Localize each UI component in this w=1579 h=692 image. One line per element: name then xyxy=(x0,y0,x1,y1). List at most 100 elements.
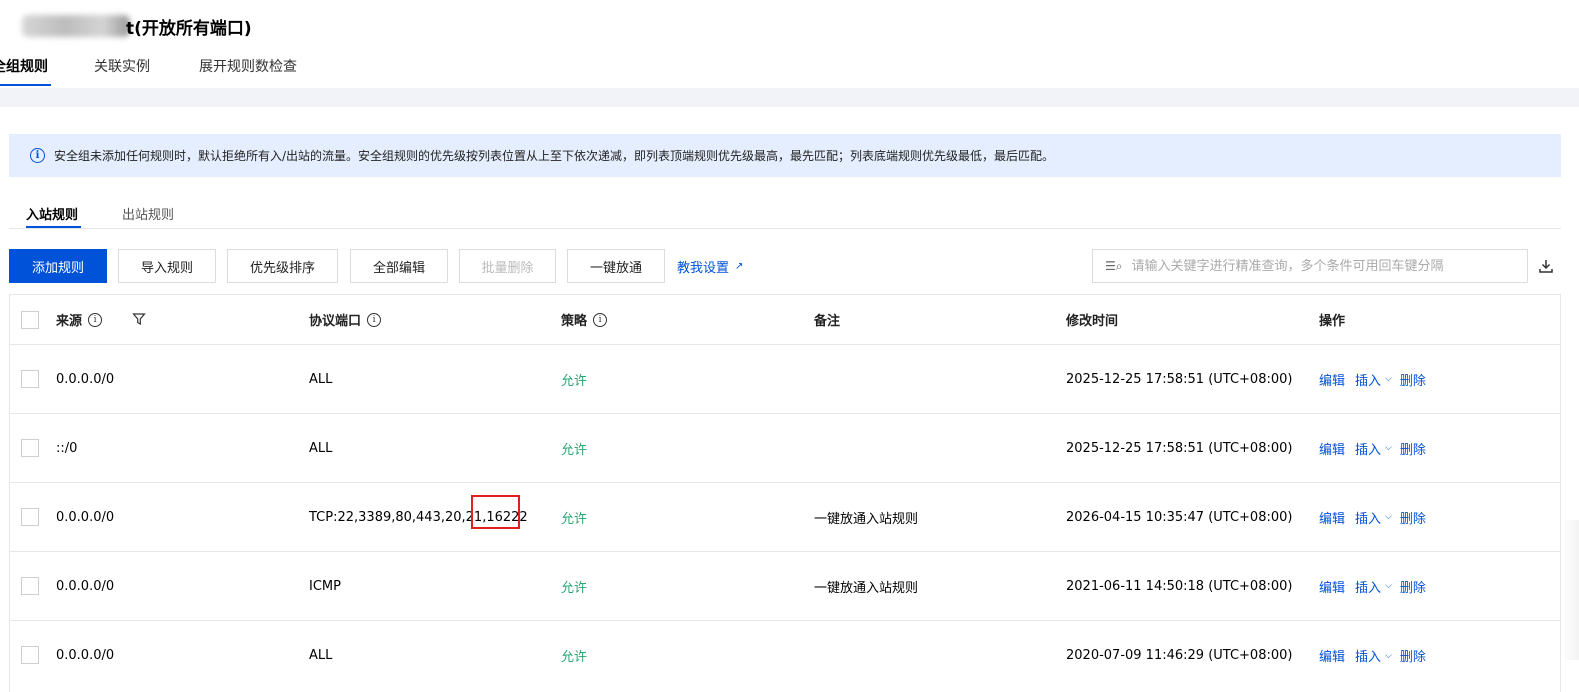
table-header: 来源 i 协议端口 i 策略 i 备注 修改时间 操作 xyxy=(10,295,1560,345)
edit-link[interactable]: 编辑 xyxy=(1319,508,1345,527)
chevron-down-icon[interactable]: ⌵ xyxy=(1385,581,1392,591)
chevron-down-icon[interactable]: ⌵ xyxy=(1385,651,1392,661)
notice-text: 安全组未添加任何规则时，默认拒绝所有入/出站的流量。安全组规则的优先级按列表位置… xyxy=(54,149,1055,163)
help-icon[interactable]: i xyxy=(88,312,103,327)
table-row: 0.0.0.0/0 TCP:22,3389,80,443,20,21,16222… xyxy=(10,483,1560,552)
insert-link[interactable]: 插入 xyxy=(1355,577,1381,596)
external-link-icon: ↗ xyxy=(735,260,744,272)
insert-link[interactable]: 插入 xyxy=(1355,508,1381,527)
column-actions: 操作 xyxy=(1319,314,1346,329)
actions-cell: 编辑 插入 ⌵ 删除 xyxy=(1319,345,1426,413)
table-row: 0.0.0.0/0 ICMP 允许 一键放通入站规则 2021-06-11 14… xyxy=(10,552,1560,621)
source-cell: 0.0.0.0/0 xyxy=(56,509,115,525)
search-box: ☰⌕ xyxy=(1092,249,1528,283)
rule-direction-tabs: 入站规则 出站规则 xyxy=(9,195,1561,229)
modified-time-cell: 2026-04-15 10:35:47 (UTC+08:00) xyxy=(1066,509,1293,525)
row-checkbox[interactable] xyxy=(21,508,39,526)
source-cell: 0.0.0.0/0 xyxy=(56,648,115,663)
source-cell: 0.0.0.0/0 xyxy=(56,371,115,387)
protocol-cell: ALL xyxy=(309,440,333,456)
teach-me-link[interactable]: 教我设置 ↗ xyxy=(677,249,743,283)
delete-link[interactable]: 删除 xyxy=(1400,439,1426,458)
tab-outbound-rules[interactable]: 出站规则 xyxy=(122,204,174,223)
column-modified-time: 修改时间 xyxy=(1066,314,1119,329)
subtab-active-indicator xyxy=(26,226,81,228)
actions-cell: 编辑 插入 ⌵ 删除 xyxy=(1319,552,1426,620)
table-row: 0.0.0.0/0 ALL 允许 2020-07-09 11:46:29 (UT… xyxy=(10,621,1560,690)
column-source-label: 来源 xyxy=(56,314,83,329)
help-icon[interactable]: i xyxy=(593,312,608,327)
column-policy: 策略 i xyxy=(561,295,608,344)
redacted-name xyxy=(22,15,130,37)
tab-expand-rule-count-check[interactable]: 展开规则数检查 xyxy=(199,56,297,86)
modified-time-cell: 2021-06-11 14:50:18 (UTC+08:00) xyxy=(1066,578,1293,594)
table-row: 0.0.0.0/0 ALL 允许 2025-12-25 17:58:51 (UT… xyxy=(10,345,1560,414)
column-protocol-label: 协议端口 xyxy=(309,314,362,329)
download-icon[interactable] xyxy=(1537,256,1555,276)
column-protocol-port: 协议端口 i xyxy=(309,295,382,344)
column-policy-label: 策略 xyxy=(561,314,588,329)
edit-link[interactable]: 编辑 xyxy=(1319,646,1345,665)
edit-link[interactable]: 编辑 xyxy=(1319,439,1345,458)
protocol-cell: ICMP xyxy=(309,578,341,594)
priority-sort-button[interactable]: 优先级排序 xyxy=(227,249,338,283)
row-checkbox[interactable] xyxy=(21,646,39,664)
policy-cell: 允许 xyxy=(561,650,588,665)
protocol-cell: ALL xyxy=(309,648,333,663)
divider-band xyxy=(0,88,1579,107)
source-cell: 0.0.0.0/0 xyxy=(56,578,115,594)
actions-cell: 编辑 插入 ⌵ 删除 xyxy=(1319,483,1426,551)
select-all-checkbox[interactable] xyxy=(21,311,39,329)
rules-table: 来源 i 协议端口 i 策略 i 备注 修改时间 操作 0.0.0.0/0 AL… xyxy=(9,294,1561,692)
chevron-down-icon[interactable]: ⌵ xyxy=(1385,374,1392,384)
help-icon[interactable]: i xyxy=(367,312,382,327)
policy-cell: 允许 xyxy=(561,511,588,527)
modified-time-cell: 2025-12-25 17:58:51 (UTC+08:00) xyxy=(1066,440,1293,456)
batch-delete-button[interactable]: 批量删除 xyxy=(459,249,556,283)
edit-link[interactable]: 编辑 xyxy=(1319,370,1345,389)
page-title: t(开放所有端口) xyxy=(0,14,252,39)
one-click-open-button[interactable]: 一键放通 xyxy=(567,249,665,283)
edit-all-button[interactable]: 全部编辑 xyxy=(350,249,448,283)
scroll-shadow xyxy=(1561,520,1579,660)
insert-link[interactable]: 插入 xyxy=(1355,439,1381,458)
table-row: ::/0 ALL 允许 2025-12-25 17:58:51 (UTC+08:… xyxy=(10,414,1560,483)
row-checkbox[interactable] xyxy=(21,439,39,457)
delete-link[interactable]: 删除 xyxy=(1400,646,1426,665)
chevron-down-icon[interactable]: ⌵ xyxy=(1385,512,1392,522)
tab-inbound-rules[interactable]: 入站规则 xyxy=(26,204,78,223)
insert-link[interactable]: 插入 xyxy=(1355,370,1381,389)
tab-associated-instances[interactable]: 关联实例 xyxy=(94,56,150,86)
remark-cell: 一键放通入站规则 xyxy=(814,580,919,596)
actions-cell: 编辑 插入 ⌵ 删除 xyxy=(1319,414,1426,482)
info-notice: i 安全组未添加任何规则时，默认拒绝所有入/出站的流量。安全组规则的优先级按列表… xyxy=(9,134,1561,177)
column-source: 来源 i xyxy=(56,295,103,344)
delete-link[interactable]: 删除 xyxy=(1400,370,1426,389)
modified-time-cell: 2020-07-09 11:46:29 (UTC+08:00) xyxy=(1066,648,1293,663)
column-remark: 备注 xyxy=(814,314,841,329)
row-checkbox[interactable] xyxy=(21,370,39,388)
teach-me-label: 教我设置 xyxy=(677,260,730,276)
search-input[interactable] xyxy=(1131,258,1527,274)
import-rule-button[interactable]: 导入规则 xyxy=(118,249,216,283)
add-rule-button[interactable]: 添加规则 xyxy=(9,249,107,283)
protocol-cell: ALL xyxy=(309,371,333,387)
delete-link[interactable]: 删除 xyxy=(1400,508,1426,527)
policy-cell: 允许 xyxy=(561,373,588,389)
policy-cell: 允许 xyxy=(561,442,588,458)
edit-link[interactable]: 编辑 xyxy=(1319,577,1345,596)
remark-cell: 一键放通入站规则 xyxy=(814,511,919,527)
top-tabs: 全组规则 关联实例 展开规则数检查 xyxy=(0,56,1579,88)
info-icon: i xyxy=(30,148,45,163)
actions-cell: 编辑 插入 ⌵ 删除 xyxy=(1319,621,1426,690)
source-cell: ::/0 xyxy=(56,440,78,456)
delete-link[interactable]: 删除 xyxy=(1400,577,1426,596)
filter-funnel-icon[interactable] xyxy=(132,312,146,326)
chevron-down-icon[interactable]: ⌵ xyxy=(1385,443,1392,453)
tab-security-group-rules[interactable]: 全组规则 xyxy=(0,56,48,86)
row-checkbox[interactable] xyxy=(21,577,39,595)
insert-link[interactable]: 插入 xyxy=(1355,646,1381,665)
page-title-text: t(开放所有端口) xyxy=(126,18,252,39)
modified-time-cell: 2025-12-25 17:58:51 (UTC+08:00) xyxy=(1066,371,1293,387)
policy-cell: 允许 xyxy=(561,580,588,596)
